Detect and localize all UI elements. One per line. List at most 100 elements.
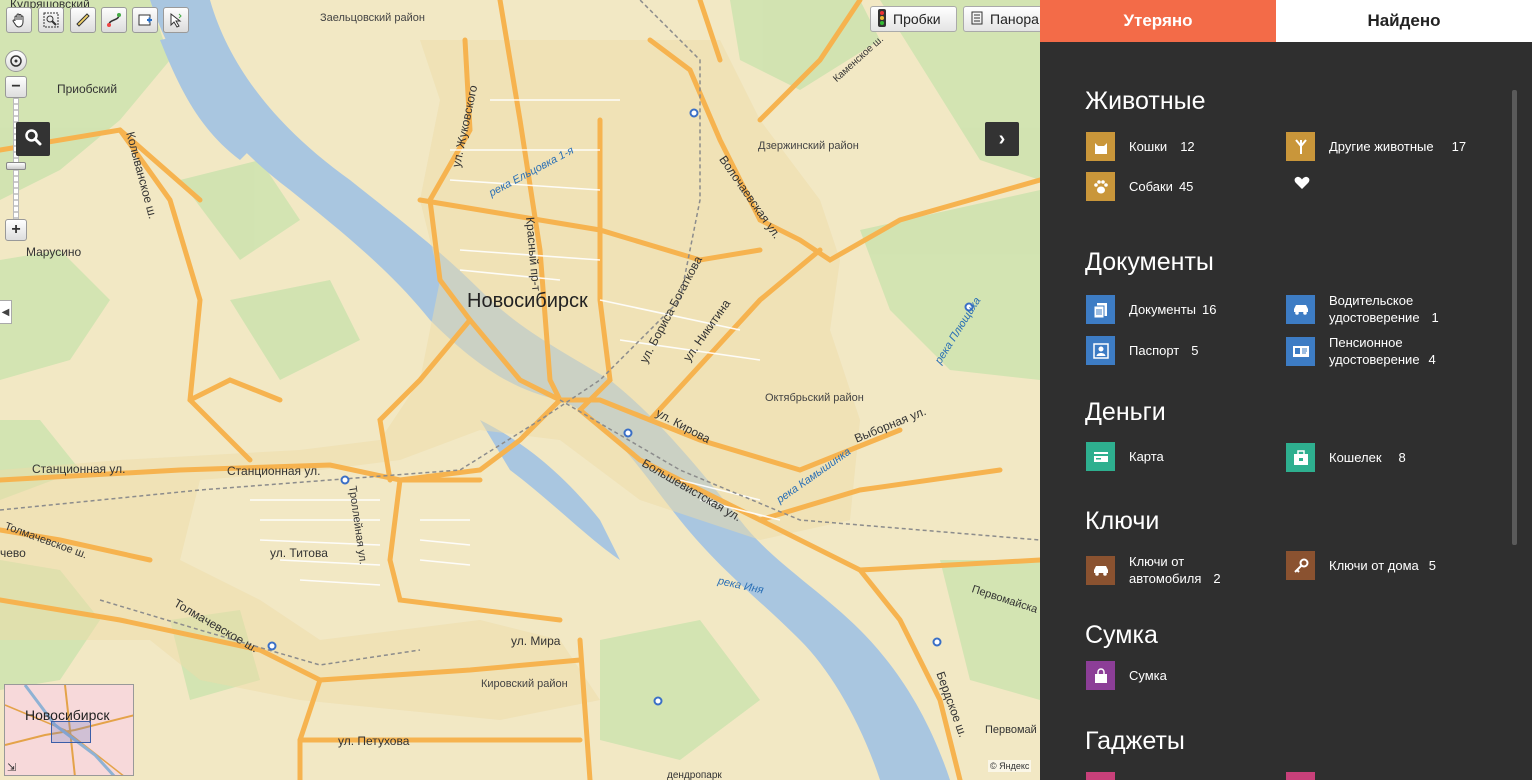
category-other-animals[interactable]: Другие животные 17 — [1286, 132, 1466, 161]
category-drivers-license-line2: удостоверение — [1329, 310, 1420, 325]
category-cats-count: 12 — [1180, 139, 1195, 154]
car-keys-icon — [1086, 555, 1115, 585]
city-label: Новосибирск — [467, 290, 588, 312]
category-documents-label: Документы — [1129, 302, 1197, 317]
category-car-keys-count: 2 — [1213, 571, 1221, 586]
panorama-button[interactable]: Панора — [963, 6, 1040, 32]
paw-icon — [1086, 172, 1115, 201]
pension-card-icon — [1286, 336, 1315, 366]
copyright: © Яндекс — [988, 760, 1032, 772]
place-priobsky-label: Приобский — [57, 82, 118, 96]
lost-found-panel: Утеряно Найдено Животные Кошки 12 Другие … — [1040, 0, 1532, 780]
zoom-in-button[interactable]: + — [5, 219, 27, 241]
category-car-keys[interactable]: Ключи от автомобиля 2 — [1086, 553, 1221, 587]
panorama-button-label: Панора — [990, 11, 1039, 27]
category-car-keys-line1: Ключи от — [1129, 554, 1185, 569]
category-dogs-label: Собаки — [1129, 179, 1173, 194]
locate-icon[interactable] — [5, 50, 27, 72]
category-pension-card-count: 4 — [1428, 352, 1436, 367]
chevron-left-icon[interactable]: ◀ — [0, 300, 12, 324]
category-passport[interactable]: Паспорт 5 — [1086, 336, 1198, 365]
gadget-icon-partial — [1086, 772, 1115, 780]
passport-icon — [1086, 336, 1115, 365]
panorama-icon — [970, 10, 984, 29]
hand-icon[interactable] — [6, 7, 32, 33]
add-object-icon[interactable] — [132, 7, 158, 33]
district-dzerzhinsky-label: Дзержинский район — [758, 140, 859, 152]
documents-icon — [1086, 295, 1115, 324]
category-dogs[interactable]: Собаки 45 — [1086, 172, 1193, 201]
heart-icon[interactable] — [1294, 176, 1310, 195]
section-gadgets-title: Гаджеты — [1085, 727, 1185, 755]
category-wallet[interactable]: Кошелек 8 — [1286, 443, 1406, 472]
category-cats[interactable]: Кошки 12 — [1086, 132, 1195, 161]
place-tolmachevo-label: чево — [0, 546, 26, 560]
tab-found[interactable]: Найдено — [1276, 0, 1532, 42]
street-mira-label: ул. Мира — [511, 634, 561, 648]
minimap-viewport[interactable] — [51, 721, 91, 743]
car-license-icon — [1286, 294, 1315, 324]
street-pervomay2-label: Первомай — [985, 724, 1037, 736]
category-bag-label: Сумка — [1129, 668, 1167, 683]
chevron-right-icon[interactable]: › — [985, 122, 1019, 156]
place-marusino-label: Марусино — [26, 245, 82, 259]
district-kirovsky-label: Кировский район — [481, 678, 568, 690]
zoom-out-button[interactable]: − — [5, 76, 27, 98]
house-key-icon — [1286, 551, 1315, 580]
tab-lost[interactable]: Утеряно — [1040, 0, 1276, 42]
minimap-collapse-icon[interactable]: ⇲ — [7, 761, 16, 774]
wallet-icon — [1286, 443, 1315, 472]
section-keys-title: Ключи — [1085, 507, 1160, 535]
select-icon[interactable] — [163, 7, 189, 33]
category-passport-count: 5 — [1191, 343, 1199, 358]
category-house-keys[interactable]: Ключи от дома 5 — [1286, 551, 1436, 580]
category-pension-card-line2: удостоверение — [1329, 352, 1420, 367]
category-documents-count: 16 — [1202, 302, 1217, 317]
category-wallet-label: Кошелек — [1329, 450, 1382, 465]
traffic-light-icon — [877, 8, 887, 30]
district-zaeltsovsky-label: Заельцовский район — [320, 12, 425, 24]
category-car-keys-line2: автомобиля — [1129, 571, 1202, 586]
panel-scrollbar[interactable] — [1512, 90, 1517, 545]
route-icon[interactable] — [101, 7, 127, 33]
category-card-label: Карта — [1129, 449, 1164, 464]
search-icon — [24, 128, 42, 151]
panel-tabs: Утеряно Найдено — [1040, 0, 1532, 42]
category-dogs-count: 45 — [1178, 179, 1194, 194]
category-documents[interactable]: Документы 16 — [1086, 295, 1216, 324]
minimap[interactable]: Новосибирск ⇲ — [4, 684, 134, 776]
category-other-animals-count: 17 — [1451, 139, 1467, 154]
other-animals-icon — [1286, 132, 1315, 161]
category-bag[interactable]: Сумка — [1086, 661, 1167, 690]
street-petukhova-label: ул. Петухова — [338, 734, 410, 748]
map-search-button[interactable] — [16, 122, 50, 156]
map-view[interactable]: Кудряшовский Приобский Марусино чево Зае… — [0, 0, 1040, 780]
traffic-button-label: Пробки — [893, 11, 941, 27]
district-oktyabrsky-label: Октябрьский район — [765, 392, 864, 404]
category-card[interactable]: Карта — [1086, 442, 1164, 471]
map-background — [0, 0, 1040, 780]
category-house-keys-label: Ключи от дома — [1329, 558, 1419, 573]
section-animals-title: Животные — [1085, 87, 1206, 115]
bag-icon — [1086, 661, 1115, 690]
category-pension-card[interactable]: Пенсионное удостоверение 4 — [1286, 334, 1436, 368]
category-drivers-license-count: 1 — [1431, 310, 1439, 325]
category-drivers-license-line1: Водительское — [1329, 293, 1414, 308]
zoom-area-icon[interactable] — [38, 7, 64, 33]
category-wallet-count: 8 — [1398, 450, 1406, 465]
cat-icon — [1086, 132, 1115, 161]
section-documents-title: Документы — [1085, 248, 1214, 276]
category-drivers-license[interactable]: Водительское удостоверение 1 — [1286, 292, 1439, 326]
category-pension-card-line1: Пенсионное — [1329, 335, 1403, 350]
ruler-icon[interactable] — [70, 7, 96, 33]
category-cats-label: Кошки — [1129, 139, 1168, 154]
card-icon — [1086, 442, 1115, 471]
traffic-button[interactable]: Пробки — [870, 6, 957, 32]
category-passport-label: Паспорт — [1129, 343, 1180, 358]
street-titova-label: ул. Титова — [270, 546, 328, 560]
section-bag-title: Сумка — [1085, 621, 1158, 649]
zoom-slider-handle[interactable] — [6, 162, 26, 170]
dendropark-label: дендропарк — [667, 770, 722, 780]
category-other-animals-label: Другие животные — [1329, 139, 1434, 154]
street-stantsionnaya-left-label: Станционная ул. — [32, 462, 126, 476]
